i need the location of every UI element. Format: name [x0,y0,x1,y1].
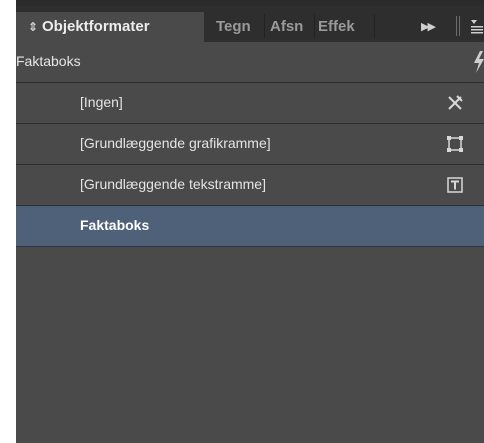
tab-effek[interactable]: Effek [318,12,355,42]
current-style-name: Faktaboks [16,53,81,69]
tab-divider [264,14,265,38]
tab-label: Tegn [216,18,251,35]
no-style-icon [446,94,464,112]
graphic-frame-icon [446,135,464,153]
tab-label: Objektformater [42,18,150,35]
window-frame: ⇕ Objektformater Tegn Afsn Effek ▶▶ Fakt… [0,0,484,443]
tab-divider [314,14,315,38]
tab-afsn[interactable]: Afsn [270,12,303,42]
tab-divider [374,14,375,38]
object-styles-panel: ⇕ Objektformater Tegn Afsn Effek ▶▶ Fakt… [16,0,484,443]
style-label: [Ingen] [80,94,123,110]
list-item[interactable]: [Ingen] [16,83,484,124]
tab-objektformater[interactable]: ⇕ Objektformater [16,12,204,42]
tab-label: Afsn [270,18,304,35]
list-item[interactable]: [Grundlæggende grafikramme] [16,124,484,165]
styles-list: [Ingen] [Grundlæggende grafikramme] [Gru… [16,83,484,247]
style-label: [Grundlæggende grafikramme] [80,135,271,151]
tab-label: Effek [318,18,355,35]
style-label: Faktaboks [80,217,150,233]
lightning-icon[interactable] [472,50,484,74]
more-tabs-icon[interactable]: ▶▶ [421,18,439,36]
collapse-arrows-icon[interactable]: ⇕ [24,12,42,42]
style-label: [Grundlæggende tekstramme] [80,176,266,192]
current-style-row: Faktaboks [16,42,484,83]
list-item[interactable]: [Grundlæggende tekstramme] [16,165,484,206]
list-item-selected[interactable]: Faktaboks [16,206,484,247]
text-frame-icon [446,176,464,194]
tab-tegn[interactable]: Tegn [216,12,251,42]
panel-grip-icon[interactable] [456,16,460,36]
panel-menu-icon[interactable] [470,18,484,34]
panel-tab-bar: ⇕ Objektformater Tegn Afsn Effek ▶▶ [16,6,484,42]
